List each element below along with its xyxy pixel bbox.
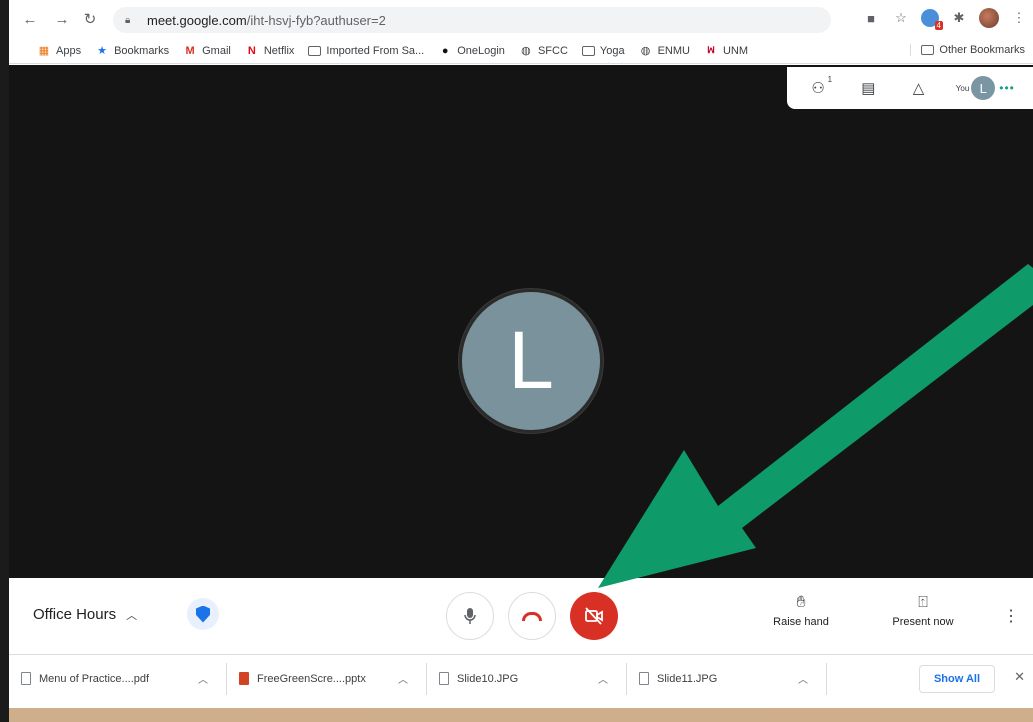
globe-icon: ◍ (521, 45, 531, 57)
bookmark-onelogin[interactable]: ● OneLogin (438, 45, 505, 57)
kebab-menu-icon[interactable]: ⋮ (1009, 8, 1029, 28)
camera-toggle-button[interactable] (570, 592, 618, 640)
star-icon: ★ (97, 45, 108, 57)
screenshot-stage: ← → ↻ 🔒︎ meet.google.com/iht-hsvj-fyb?au… (0, 0, 1033, 722)
bookmark-netflix[interactable]: N Netflix (245, 45, 295, 57)
reload-icon[interactable]: ↻ (79, 8, 101, 30)
bookmark-gmail[interactable]: M Gmail (183, 45, 231, 57)
bookmarks-bar: ▦ Apps ★ Bookmarks M Gmail N Netflix Importe… (9, 38, 1033, 64)
close-icon[interactable]: ✕ (1014, 669, 1025, 685)
meet-video-area: ⚇ 1 ▤ △ You L ••• L (9, 65, 1033, 578)
more-options-icon[interactable]: ⋮ (1003, 606, 1019, 626)
chevron-up-icon[interactable]: ︿ (198, 671, 208, 686)
download-item[interactable]: Slide11.JPG ︿ (627, 662, 827, 695)
apps-grid-icon: ▦ (38, 45, 50, 57)
show-all-button[interactable]: Show All (919, 665, 995, 693)
folder-icon (921, 45, 935, 55)
file-icon (439, 672, 449, 685)
netflix-icon: N (247, 44, 256, 57)
globe-icon: ◍ (640, 45, 651, 57)
camera-indicator-icon[interactable]: ■ (861, 8, 881, 28)
raise-hand-button[interactable]: ✋︎ Raise hand (766, 594, 836, 628)
participant-count: 1 (827, 75, 833, 84)
chevron-up-icon[interactable]: ︿ (598, 671, 608, 686)
browser-toolbar: ← → ↻ 🔒︎ meet.google.com/iht-hsvj-fyb?au… (9, 0, 1033, 38)
chevron-up-icon[interactable]: ︿ (398, 671, 408, 686)
url-host: meet.google.com (147, 12, 247, 28)
chevron-up-icon[interactable]: ︿ (798, 671, 808, 686)
powerpoint-file-icon (239, 672, 249, 685)
extension-icon[interactable]: 4 (921, 9, 943, 30)
unm-icon: ꟽ (707, 45, 715, 55)
activities-icon[interactable]: △ (906, 79, 932, 97)
meet-controls-bar: Office Hours ︿ ✋︎ Raise hand ⍐ Present n… (9, 578, 1033, 654)
avatar: L (971, 76, 996, 100)
participant-avatar: L (459, 289, 603, 433)
back-icon[interactable]: ← (19, 8, 41, 30)
microphone-button[interactable] (446, 592, 494, 640)
browser-window: ← → ↻ 🔒︎ meet.google.com/iht-hsvj-fyb?au… (9, 0, 1033, 708)
puzzle-icon[interactable]: ✱ (949, 8, 969, 28)
camera-off-icon (585, 607, 603, 625)
bezel (0, 0, 9, 722)
gmail-icon: M (185, 44, 195, 57)
folder-icon (581, 45, 595, 56)
bookmark-apps[interactable]: ▦ Apps (37, 44, 81, 58)
address-bar[interactable]: 🔒︎ meet.google.com/iht-hsvj-fyb?authuser… (113, 7, 831, 33)
chat-icon[interactable]: ▤ (855, 79, 881, 97)
bookmark-enmu[interactable]: ◍ ENMU (639, 44, 690, 58)
bookmark-bookmarks[interactable]: ★ Bookmarks (95, 44, 169, 58)
forward-icon[interactable]: → (51, 8, 73, 30)
people-icon[interactable]: ⚇ 1 (805, 75, 832, 97)
raise-hand-label: Raise hand (773, 616, 829, 628)
self-view[interactable]: You L ••• (956, 76, 1015, 100)
download-item[interactable]: Slide10.JPG ︿ (427, 662, 627, 695)
lock-icon: 🔒︎ (125, 14, 131, 26)
bookmark-imported[interactable]: Imported From Sa... (308, 45, 424, 57)
profile-avatar[interactable] (979, 8, 999, 28)
toolbar-actions: ■ ☆ 4 ✱ ⋮ (861, 8, 1029, 30)
other-bookmarks[interactable]: Other Bookmarks (910, 44, 1025, 56)
bookmark-sfcc[interactable]: ◍ SFCC (519, 44, 568, 58)
folder-icon (308, 45, 322, 56)
file-icon (639, 672, 649, 685)
file-icon (21, 672, 31, 685)
phone-icon (522, 611, 542, 621)
extension-badge: 4 (934, 21, 943, 30)
security-shield-icon[interactable] (187, 598, 219, 630)
bookmark-yoga[interactable]: Yoga (581, 45, 625, 57)
present-now-label: Present now (892, 616, 954, 628)
chevron-up-icon: ︿ (126, 609, 138, 622)
present-screen-icon: ⍐ (918, 594, 928, 611)
url-path: /iht-hsvj-fyb?authuser=2 (246, 12, 386, 28)
download-item[interactable]: FreeGreenScre....pptx ︿ (227, 662, 427, 695)
bookmark-unm[interactable]: ꟽ UNM (704, 45, 748, 57)
you-label: You (955, 83, 970, 93)
hand-icon: ✋︎ (796, 594, 806, 611)
speaking-indicator-icon: ••• (999, 81, 1015, 95)
present-now-button[interactable]: ⍐ Present now (883, 594, 963, 628)
meeting-title: Office Hours (33, 606, 117, 623)
meeting-details-toggle[interactable]: Office Hours ︿ (33, 606, 137, 623)
onelogin-icon: ● (441, 44, 449, 57)
meet-top-panel: ⚇ 1 ▤ △ You L ••• (787, 67, 1033, 109)
bookmark-star-icon[interactable]: ☆ (891, 8, 911, 28)
hang-up-button[interactable] (508, 592, 556, 640)
download-item[interactable]: Menu of Practice....pdf ︿ (9, 662, 227, 695)
microphone-icon (464, 608, 476, 624)
downloads-shelf: Menu of Practice....pdf ︿ FreeGreenScre.… (9, 654, 1033, 702)
